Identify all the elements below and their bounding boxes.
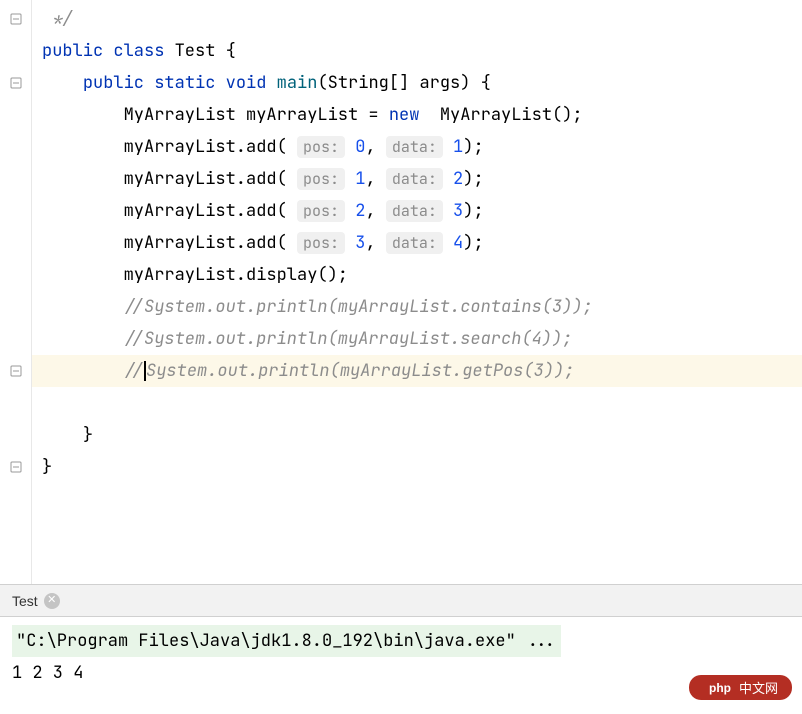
- code-line[interactable]: }: [32, 419, 802, 451]
- code-area[interactable]: */ public class Test { public static voi…: [32, 0, 802, 584]
- code-line[interactable]: public class Test {: [32, 35, 802, 67]
- fold-icon[interactable]: [7, 355, 25, 387]
- keyword-new: new: [389, 104, 420, 126]
- param-hint: pos:: [297, 232, 345, 254]
- number-literal: 3: [345, 232, 365, 254]
- keyword-void: void: [226, 72, 267, 94]
- fold-end-icon[interactable]: [7, 451, 25, 483]
- gutter-spacer: [7, 291, 25, 323]
- code-line[interactable]: myArrayList.add( pos: 1, data: 2);: [32, 163, 802, 195]
- gutter-spacer: [7, 195, 25, 227]
- class-name: Test: [175, 40, 216, 62]
- run-tab-test[interactable]: Test ✕: [4, 589, 68, 613]
- gutter-spacer: [7, 131, 25, 163]
- comment: System.out.println(myArrayList.getPos(3)…: [146, 360, 574, 382]
- brace-close: }: [83, 424, 93, 446]
- gutter: [0, 0, 32, 584]
- code-line[interactable]: myArrayList.add( pos: 2, data: 3);: [32, 195, 802, 227]
- comment: //System.out.println(myArrayList.search(…: [124, 328, 573, 350]
- code-line[interactable]: MyArrayList myArrayList = new MyArrayLis…: [32, 99, 802, 131]
- keyword-public: public: [42, 40, 103, 62]
- number-literal: 0: [345, 136, 365, 158]
- watermark-badge: 中文网: [689, 675, 792, 700]
- run-tab-label: Test: [12, 593, 38, 609]
- number-literal: 1: [443, 136, 463, 158]
- comment: //: [124, 360, 144, 382]
- assignment: myArrayList =: [236, 104, 389, 126]
- method-call: myArrayList.add(: [124, 200, 297, 222]
- constructor-call: MyArrayList();: [419, 104, 582, 126]
- code-line[interactable]: //System.out.println(myArrayList.search(…: [32, 323, 802, 355]
- code-editor[interactable]: */ public class Test { public static voi…: [0, 0, 802, 585]
- code-line[interactable]: myArrayList.add( pos: 3, data: 4);: [32, 227, 802, 259]
- method-name: main: [277, 72, 318, 94]
- gutter-spacer: [7, 163, 25, 195]
- comment: //System.out.println(myArrayList.contain…: [124, 296, 593, 318]
- keyword-class: class: [113, 40, 164, 62]
- console-command: "C:\Program Files\Java\jdk1.8.0_192\bin\…: [12, 625, 561, 657]
- comment-end: */: [42, 8, 73, 30]
- number-literal: 3: [443, 200, 463, 222]
- number-literal: 2: [345, 200, 365, 222]
- number-literal: 2: [443, 168, 463, 190]
- gutter-spacer: [7, 99, 25, 131]
- console-output[interactable]: "C:\Program Files\Java\jdk1.8.0_192\bin\…: [0, 617, 802, 714]
- brace: {: [215, 40, 235, 62]
- keyword-public: public: [83, 72, 144, 94]
- gutter-spacer: [7, 387, 25, 419]
- number-literal: 1: [345, 168, 365, 190]
- code-line[interactable]: }: [32, 451, 802, 483]
- number-literal: 4: [443, 232, 463, 254]
- code-line[interactable]: [32, 387, 802, 419]
- gutter-spacer: [7, 323, 25, 355]
- param-hint: data:: [386, 232, 443, 254]
- method-call: myArrayList.add(: [124, 136, 297, 158]
- code-line[interactable]: public static void main(String[] args) {: [32, 67, 802, 99]
- gutter-spacer: [7, 483, 25, 515]
- keyword-static: static: [154, 72, 215, 94]
- gutter-spacer: [7, 227, 25, 259]
- console-stdout: 1 2 3 4: [12, 657, 790, 689]
- gutter-spacer: [7, 419, 25, 451]
- fold-icon[interactable]: [7, 67, 25, 99]
- run-panel: Test ✕ "C:\Program Files\Java\jdk1.8.0_1…: [0, 585, 802, 714]
- method-call: myArrayList.display();: [124, 264, 348, 286]
- gutter-spacer: [7, 259, 25, 291]
- param-hint: data:: [386, 168, 443, 190]
- code-line[interactable]: */: [32, 3, 802, 35]
- brace-close: }: [42, 456, 52, 478]
- param-hint: data:: [386, 200, 443, 222]
- close-icon[interactable]: ✕: [44, 593, 60, 609]
- run-tab-bar: Test ✕: [0, 585, 802, 617]
- param-hint: pos:: [297, 200, 345, 222]
- code-line[interactable]: myArrayList.add( pos: 0, data: 1);: [32, 131, 802, 163]
- method-call: myArrayList.add(: [124, 232, 297, 254]
- fold-icon[interactable]: [7, 3, 25, 35]
- gutter-spacer: [7, 35, 25, 67]
- param-hint: pos:: [297, 168, 345, 190]
- code-line-active[interactable]: //System.out.println(myArrayList.getPos(…: [32, 355, 802, 387]
- method-params: (String[] args) {: [317, 72, 490, 94]
- param-hint: data:: [386, 136, 443, 158]
- code-line[interactable]: myArrayList.display();: [32, 259, 802, 291]
- code-line[interactable]: //System.out.println(myArrayList.contain…: [32, 291, 802, 323]
- param-hint: pos:: [297, 136, 345, 158]
- type-ref: MyArrayList: [124, 104, 236, 126]
- method-call: myArrayList.add(: [124, 168, 297, 190]
